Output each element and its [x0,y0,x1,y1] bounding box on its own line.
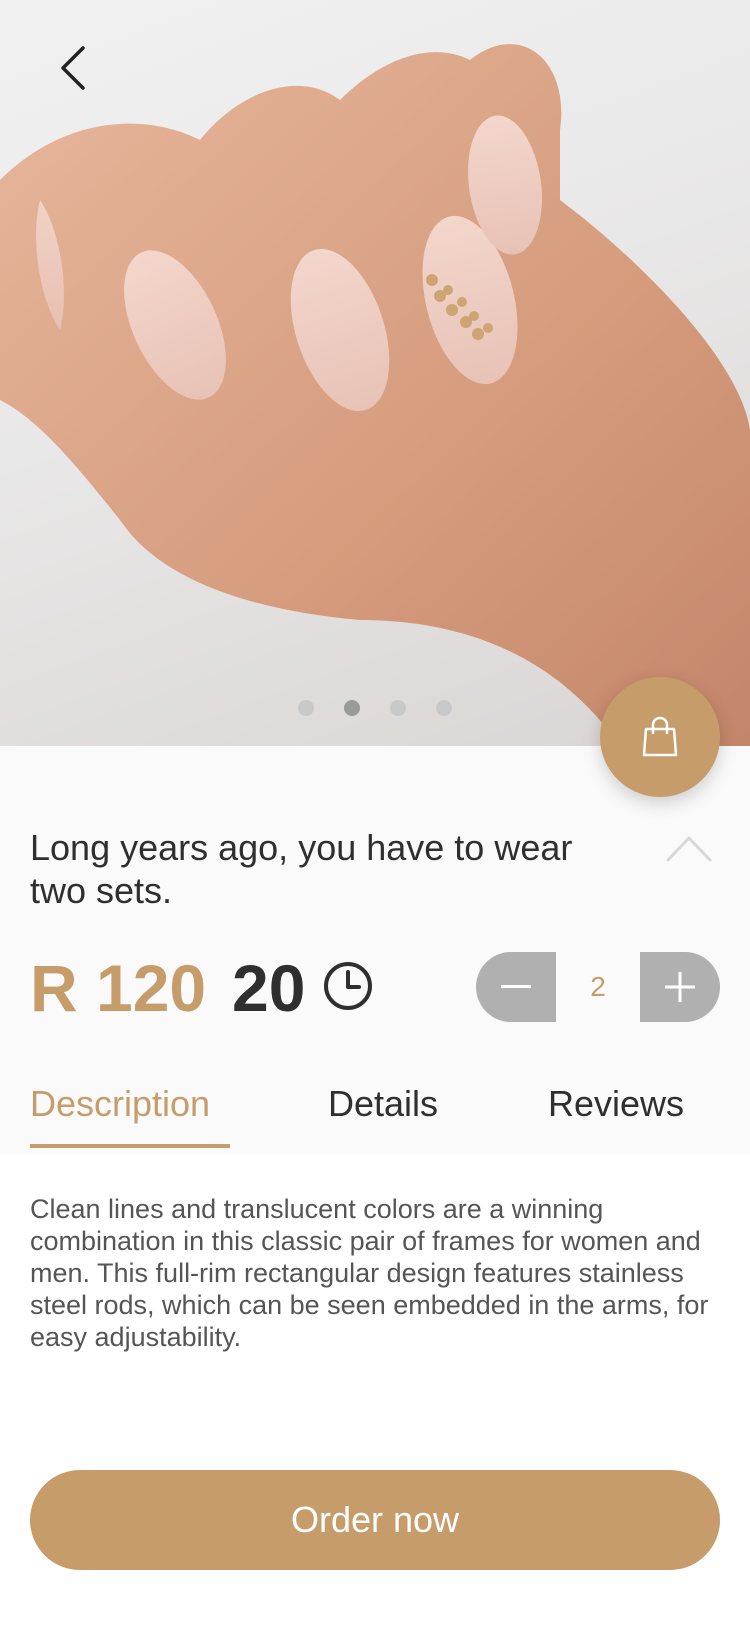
clock-icon [324,962,372,1010]
carousel-dot[interactable] [436,700,452,716]
product-photo [0,44,750,746]
tab-description[interactable]: Description [30,1080,210,1128]
order-now-button[interactable]: Order now [30,1470,720,1570]
carousel-dot[interactable] [390,700,406,716]
product-title: Long years ago, you have to wear two set… [30,827,573,911]
product-tabs: Description Details Reviews [0,1080,750,1150]
quantity-stepper: 2 [476,952,720,1022]
quantity-value: 2 [590,971,606,1002]
chevron-left-icon [61,46,85,90]
increment-button[interactable] [640,952,720,1022]
carousel-dot[interactable] [298,700,314,716]
duration-value: 20 [232,951,306,1025]
carousel-dot-active[interactable] [344,700,360,716]
plus-icon [665,972,695,1002]
product-description: Clean lines and translucent colors are a… [30,1194,709,1352]
tab-details[interactable]: Details [328,1080,438,1128]
chevron-up-icon [666,836,712,862]
cart-button[interactable] [600,677,720,797]
collapse-button[interactable] [664,830,714,866]
tab-reviews[interactable]: Reviews [548,1080,684,1128]
active-tab-indicator [30,1144,230,1148]
decrement-button[interactable] [476,952,556,1022]
product-image-carousel[interactable] [0,0,750,746]
minus-icon [501,985,531,988]
back-button[interactable] [44,36,100,100]
product-price: R 120 [30,951,207,1025]
shopping-bag-icon [642,716,678,757]
